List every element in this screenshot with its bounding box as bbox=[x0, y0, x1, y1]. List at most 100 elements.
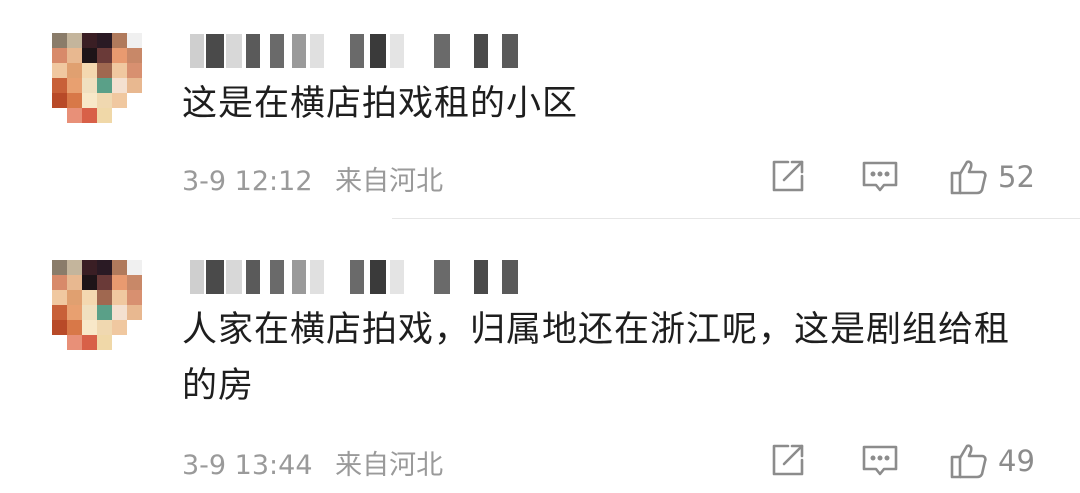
username-mosaic-block bbox=[292, 34, 306, 68]
username-mosaic-block bbox=[390, 260, 404, 294]
avatar-mosaic-cell bbox=[142, 48, 157, 63]
username-mosaic-block bbox=[370, 260, 386, 294]
username-mosaic-block bbox=[190, 260, 204, 294]
comment-item: 这是在横店拍戏租的小区 3-9 12:12 来自河北 52 bbox=[0, 0, 1080, 220]
avatar-mosaic-cell bbox=[127, 305, 142, 320]
username-mosaic-block bbox=[226, 34, 242, 68]
avatar-mosaic-cell bbox=[67, 48, 82, 63]
avatar-mosaic-cell bbox=[127, 48, 142, 63]
share-icon bbox=[768, 440, 808, 480]
avatar-mosaic-cell bbox=[67, 260, 82, 275]
avatar-mosaic-cell bbox=[142, 350, 157, 365]
avatar-mosaic-cell bbox=[112, 63, 127, 78]
avatar-mosaic-cell bbox=[142, 275, 157, 290]
avatar-mosaic-cell bbox=[82, 93, 97, 108]
avatar-mosaic-cell bbox=[127, 275, 142, 290]
username-mosaic-block bbox=[310, 34, 324, 68]
username-mosaic-block bbox=[270, 34, 284, 68]
avatar-mosaic-cell bbox=[112, 48, 127, 63]
avatar-mosaic-cell bbox=[52, 123, 67, 138]
username-mosaic-block bbox=[502, 34, 518, 68]
username-mosaic-block bbox=[350, 260, 364, 294]
like-count: 49 bbox=[998, 444, 1035, 478]
comment-date: 3-9 13:44 bbox=[182, 450, 313, 481]
avatar-mosaic-cell bbox=[82, 108, 97, 123]
comment-location: 来自河北 bbox=[335, 166, 444, 197]
avatar-mosaic-cell bbox=[127, 350, 142, 365]
avatar-mosaic-cell bbox=[142, 320, 157, 335]
avatar-mosaic-cell bbox=[67, 108, 82, 123]
avatar-mosaic-cell bbox=[52, 48, 67, 63]
avatar-mosaic-cell bbox=[112, 305, 127, 320]
avatar-mosaic-cell bbox=[52, 305, 67, 320]
avatar-mosaic-cell bbox=[97, 63, 112, 78]
username-mosaic-block bbox=[270, 260, 284, 294]
username-mosaic-block bbox=[502, 260, 518, 294]
avatar-mosaic-cell bbox=[142, 260, 157, 275]
avatar-mosaic-cell bbox=[142, 78, 157, 93]
avatar-mosaic-cell bbox=[127, 108, 142, 123]
avatar-mosaic-cell bbox=[82, 260, 97, 275]
share-button[interactable] bbox=[768, 440, 808, 480]
comment-icon bbox=[860, 156, 900, 196]
reply-button[interactable] bbox=[860, 440, 900, 480]
avatar-mosaic-cell bbox=[52, 290, 67, 305]
avatar-mosaic-cell bbox=[127, 78, 142, 93]
avatar-mosaic-cell bbox=[97, 290, 112, 305]
avatar-mosaic-cell bbox=[142, 290, 157, 305]
username-mosaic-block bbox=[310, 260, 324, 294]
avatar-mosaic-cell bbox=[82, 350, 97, 365]
avatar-mosaic-cell bbox=[67, 63, 82, 78]
like-button[interactable]: 49 bbox=[948, 440, 1035, 482]
comment-icon bbox=[860, 440, 900, 480]
avatar-mosaic-cell bbox=[127, 320, 142, 335]
like-count: 52 bbox=[998, 160, 1035, 194]
avatar-mosaic-cell bbox=[142, 108, 157, 123]
avatar-mosaic-cell bbox=[52, 350, 67, 365]
avatar-mosaic-cell bbox=[112, 290, 127, 305]
avatar-mosaic-cell bbox=[127, 123, 142, 138]
avatar[interactable] bbox=[52, 260, 157, 365]
avatar-mosaic-cell bbox=[82, 48, 97, 63]
username-mosaic-block bbox=[226, 260, 242, 294]
avatar-mosaic-cell bbox=[97, 320, 112, 335]
avatar-mosaic-cell bbox=[112, 260, 127, 275]
avatar-mosaic-cell bbox=[52, 335, 67, 350]
avatar-mosaic-cell bbox=[112, 33, 127, 48]
comment-text: 人家在横店拍戏，归属地还在浙江呢，这是剧组给租的房 bbox=[182, 310, 1011, 406]
username-mosaic-block bbox=[474, 34, 488, 68]
avatar-mosaic-cell bbox=[142, 305, 157, 320]
avatar-mosaic-cell bbox=[142, 63, 157, 78]
share-button[interactable] bbox=[768, 156, 808, 196]
avatar-mosaic-cell bbox=[82, 275, 97, 290]
avatar-mosaic-cell bbox=[112, 335, 127, 350]
avatar-mosaic-cell bbox=[67, 275, 82, 290]
avatar[interactable] bbox=[52, 33, 157, 138]
avatar-mosaic-cell bbox=[52, 93, 67, 108]
avatar-mosaic-cell bbox=[127, 290, 142, 305]
avatar-mosaic-cell bbox=[97, 33, 112, 48]
avatar-mosaic-cell bbox=[67, 33, 82, 48]
avatar-mosaic-cell bbox=[67, 350, 82, 365]
comment-meta: 3-9 12:12 来自河北 bbox=[182, 159, 457, 198]
avatar-mosaic-cell bbox=[112, 93, 127, 108]
avatar-mosaic-cell bbox=[112, 350, 127, 365]
username-mosaic-block bbox=[292, 260, 306, 294]
username-mosaic-block bbox=[206, 34, 224, 68]
comment-date: 3-9 12:12 bbox=[182, 166, 313, 197]
avatar-mosaic-cell bbox=[127, 63, 142, 78]
avatar-mosaic-cell bbox=[67, 78, 82, 93]
username-mosaic-block bbox=[434, 34, 450, 68]
avatar-mosaic-cell bbox=[97, 335, 112, 350]
avatar-mosaic-cell bbox=[97, 123, 112, 138]
avatar-mosaic-cell bbox=[52, 78, 67, 93]
avatar-mosaic-cell bbox=[52, 63, 67, 78]
avatar-mosaic-cell bbox=[82, 78, 97, 93]
avatar-mosaic-cell bbox=[82, 320, 97, 335]
avatar-mosaic-cell bbox=[112, 123, 127, 138]
username-mosaic-block bbox=[390, 34, 404, 68]
avatar-mosaic-cell bbox=[127, 260, 142, 275]
reply-button[interactable] bbox=[860, 156, 900, 196]
avatar-mosaic-cell bbox=[97, 275, 112, 290]
like-button[interactable]: 52 bbox=[948, 156, 1035, 198]
